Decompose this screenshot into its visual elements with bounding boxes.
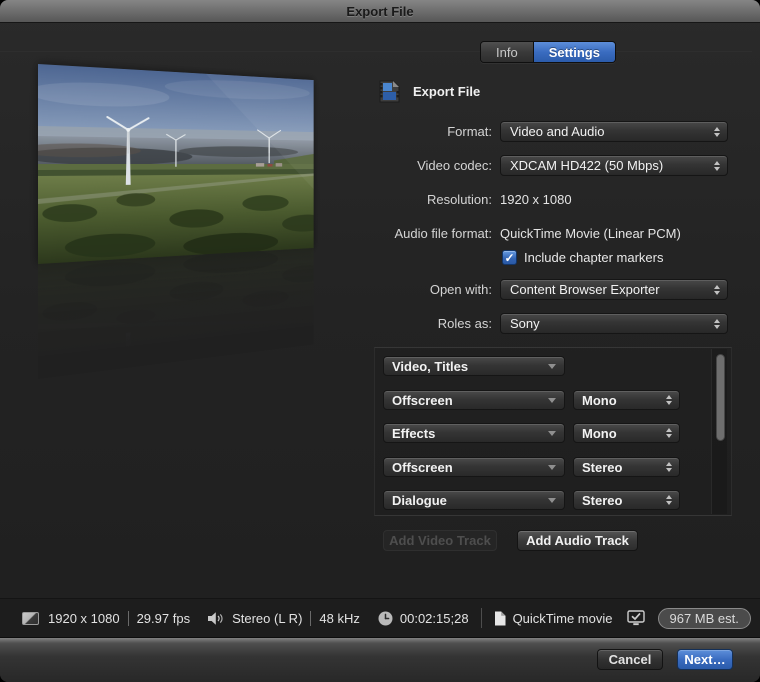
roles-scrollbar-track[interactable] [711, 349, 727, 514]
channel-stepper[interactable]: Mono [573, 423, 680, 443]
status-sample-rate: 48 kHz [319, 611, 359, 626]
role-row-dialogue: Dialogue Stereo [383, 490, 680, 510]
popup-arrows-icon [714, 285, 720, 295]
roles-as-popup[interactable]: Sony [500, 313, 728, 334]
role-dropdown[interactable]: Offscreen [383, 390, 565, 410]
titlebar: Export File [0, 0, 760, 23]
resolution-label: Resolution: [180, 192, 500, 207]
roles-list: Video, Titles Offscreen Mono Effects Mon… [374, 347, 732, 516]
audio-file-format-value: QuickTime Movie (Linear PCM) [500, 226, 681, 241]
status-duration: 00:02:15;28 [400, 611, 469, 626]
include-chapter-markers-checkbox[interactable]: ✓ [502, 250, 517, 265]
stepper-arrows-icon [666, 395, 672, 405]
chevron-down-icon [548, 498, 556, 503]
resolution-row: Resolution: 1920 x 1080 [180, 189, 728, 210]
role-dropdown[interactable]: Effects [383, 423, 565, 443]
video-codec-popup[interactable]: XDCAM HD422 (50 Mbps) [500, 155, 728, 176]
format-row: Format: Video and Audio [180, 121, 728, 142]
audio-file-format-row: Audio file format: QuickTime Movie (Line… [180, 223, 728, 244]
roles-as-label: Roles as: [180, 316, 500, 331]
display-icon [22, 612, 39, 625]
video-codec-value: XDCAM HD422 (50 Mbps) [510, 158, 663, 173]
window-title: Export File [346, 4, 413, 19]
size-estimate-badge: 967 MB est. [658, 608, 751, 629]
chevron-down-icon [548, 431, 556, 436]
popup-arrows-icon [714, 161, 720, 171]
role-dropdown[interactable]: Offscreen [383, 457, 565, 477]
status-framerate: 29.97 fps [137, 611, 191, 626]
format-popup[interactable]: Video and Audio [500, 121, 728, 142]
document-icon [494, 611, 506, 626]
status-audio-channels: Stereo (L R) [232, 611, 302, 626]
panel-heading: Export File [378, 80, 480, 103]
audio-file-format-label: Audio file format: [180, 226, 500, 241]
format-value: Video and Audio [510, 124, 604, 139]
cancel-button[interactable]: Cancel [597, 649, 663, 670]
export-dialog: Export File Info Settings [0, 0, 760, 682]
status-resolution: 1920 x 1080 [48, 611, 120, 626]
include-chapter-markers-row: ✓ Include chapter markers [502, 250, 663, 265]
status-file-type: QuickTime movie [513, 611, 613, 626]
tab-info[interactable]: Info [481, 42, 533, 62]
tab-bar: Info Settings [480, 41, 616, 63]
separator [481, 608, 482, 628]
clock-icon [378, 611, 393, 626]
chevron-down-icon [548, 398, 556, 403]
stepper-arrows-icon [666, 462, 672, 472]
monitor-check-icon [627, 610, 645, 626]
add-video-track-button[interactable]: Add Video Track [383, 530, 497, 551]
footer: Cancel Next… [0, 638, 760, 682]
role-dropdown[interactable]: Video, Titles [383, 356, 565, 376]
separator [310, 611, 311, 626]
role-row-video-titles: Video, Titles [383, 356, 565, 376]
panel-title: Export File [413, 84, 480, 99]
channel-stepper[interactable]: Stereo [573, 490, 680, 510]
role-row-offscreen-1: Offscreen Mono [383, 390, 680, 410]
popup-arrows-icon [714, 127, 720, 137]
video-codec-row: Video codec: XDCAM HD422 (50 Mbps) [180, 155, 728, 176]
open-with-value: Content Browser Exporter [510, 282, 660, 297]
chevron-down-icon [548, 465, 556, 470]
stepper-arrows-icon [666, 428, 672, 438]
format-label: Format: [180, 124, 500, 139]
video-codec-label: Video codec: [180, 158, 500, 173]
open-with-popup[interactable]: Content Browser Exporter [500, 279, 728, 300]
add-audio-track-button[interactable]: Add Audio Track [517, 530, 638, 551]
separator [128, 611, 129, 626]
open-with-label: Open with: [180, 282, 500, 297]
tab-divider [0, 51, 752, 52]
popup-arrows-icon [714, 319, 720, 329]
roles-as-value: Sony [510, 316, 540, 331]
status-bar: 1920 x 1080 29.97 fps Stereo (L R) 48 kH… [0, 598, 760, 638]
include-chapter-markers-label: Include chapter markers [524, 250, 663, 265]
check-icon: ✓ [504, 252, 514, 264]
roles-scrollbar-thumb[interactable] [716, 354, 725, 441]
role-dropdown[interactable]: Dialogue [383, 490, 565, 510]
tab-settings[interactable]: Settings [533, 42, 615, 62]
role-row-offscreen-2: Offscreen Stereo [383, 457, 680, 477]
role-row-effects: Effects Mono [383, 423, 680, 443]
roles-as-row: Roles as: Sony [180, 313, 728, 334]
chevron-down-icon [548, 364, 556, 369]
stepper-arrows-icon [666, 495, 672, 505]
next-button[interactable]: Next… [677, 649, 733, 670]
speaker-icon [208, 612, 225, 625]
channel-stepper[interactable]: Stereo [573, 457, 680, 477]
resolution-value: 1920 x 1080 [500, 192, 572, 207]
film-strip-icon [378, 80, 401, 103]
channel-stepper[interactable]: Mono [573, 390, 680, 410]
open-with-row: Open with: Content Browser Exporter [180, 279, 728, 300]
